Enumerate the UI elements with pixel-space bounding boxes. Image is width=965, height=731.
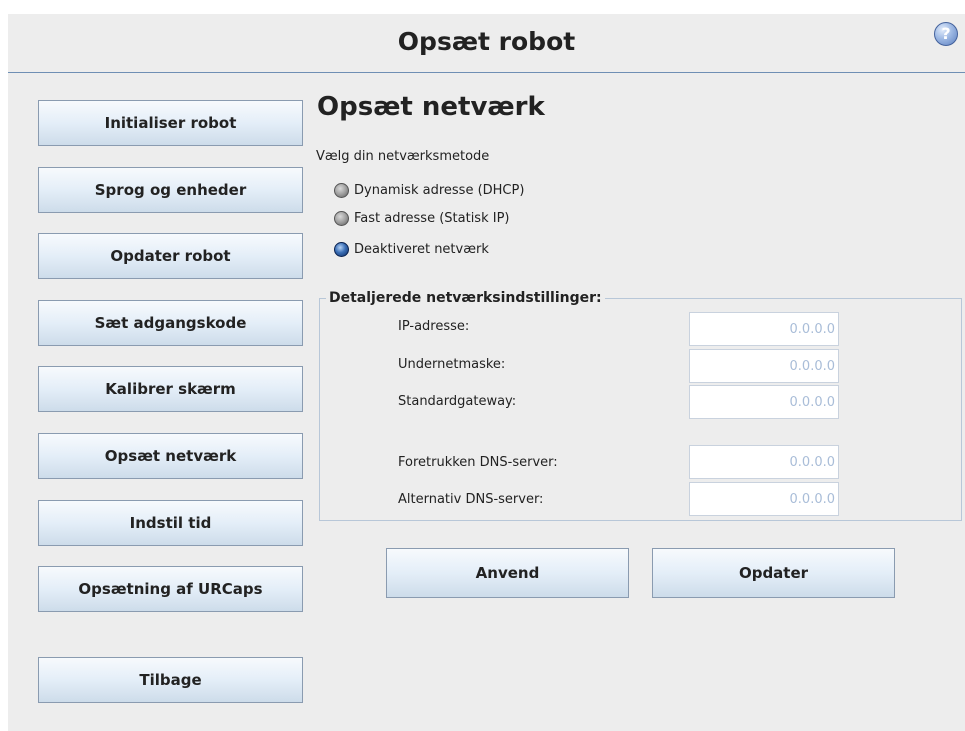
radio-option-label: Fast adresse (Statisk IP) bbox=[354, 210, 510, 226]
radio-option-label: Deaktiveret netværk bbox=[354, 241, 489, 257]
radio-option-dhcp[interactable]: Dynamisk adresse (DHCP) bbox=[334, 180, 524, 200]
alternate-dns-label: Alternativ DNS-server: bbox=[398, 492, 544, 507]
help-icon[interactable]: ? bbox=[934, 22, 958, 46]
nav-button-sprog-og-enheder[interactable]: Sprog og enheder bbox=[38, 167, 303, 213]
nav-button-opsaetning-af-urcaps[interactable]: Opsætning af URCaps bbox=[38, 566, 303, 612]
network-details-legend: Detaljerede netværksindstillinger: bbox=[326, 290, 605, 306]
nav-button-kalibrer-skaerm[interactable]: Kalibrer skærm bbox=[38, 366, 303, 412]
page-title: Opsæt robot bbox=[397, 27, 576, 56]
radio-option-static-ip[interactable]: Fast adresse (Statisk IP) bbox=[334, 208, 509, 228]
ip-address-label: IP-adresse: bbox=[398, 319, 470, 334]
header-bar: Opsæt robot ? bbox=[8, 14, 965, 73]
radio-button-icon[interactable] bbox=[334, 210, 349, 226]
default-gateway-field[interactable] bbox=[689, 385, 839, 419]
nav-button-opsaet-netvaerk[interactable]: Opsæt netværk bbox=[38, 433, 303, 479]
ip-address-field[interactable] bbox=[689, 312, 839, 346]
subnet-mask-label: Undernetmaske: bbox=[398, 357, 506, 372]
radio-option-disabled-network[interactable]: Deaktiveret netværk bbox=[334, 239, 489, 259]
nav-button-initialiser-robot[interactable]: Initialiser robot bbox=[38, 100, 303, 146]
default-gateway-label: Standardgateway: bbox=[398, 394, 517, 409]
section-title: Opsæt netværk bbox=[317, 92, 545, 122]
radio-button-icon[interactable] bbox=[334, 182, 349, 198]
preferred-dns-label: Foretrukken DNS-server: bbox=[398, 455, 558, 470]
app-window: Opsæt robot ? Initialiser robot Sprog og… bbox=[8, 14, 965, 731]
nav-button-saet-adgangskode[interactable]: Sæt adgangskode bbox=[38, 300, 303, 346]
update-button[interactable]: Opdater bbox=[652, 548, 895, 598]
preferred-dns-field[interactable] bbox=[689, 445, 839, 479]
subnet-mask-field[interactable] bbox=[689, 349, 839, 383]
alternate-dns-field[interactable] bbox=[689, 482, 839, 516]
radio-option-label: Dynamisk adresse (DHCP) bbox=[354, 182, 525, 198]
nav-button-indstil-tid[interactable]: Indstil tid bbox=[38, 500, 303, 546]
apply-button[interactable]: Anvend bbox=[386, 548, 629, 598]
network-method-prompt: Vælg din netværksmetode bbox=[316, 149, 490, 164]
nav-button-opdater-robot[interactable]: Opdater robot bbox=[38, 233, 303, 279]
radio-button-selected-icon[interactable] bbox=[334, 241, 349, 257]
back-button[interactable]: Tilbage bbox=[38, 657, 303, 703]
